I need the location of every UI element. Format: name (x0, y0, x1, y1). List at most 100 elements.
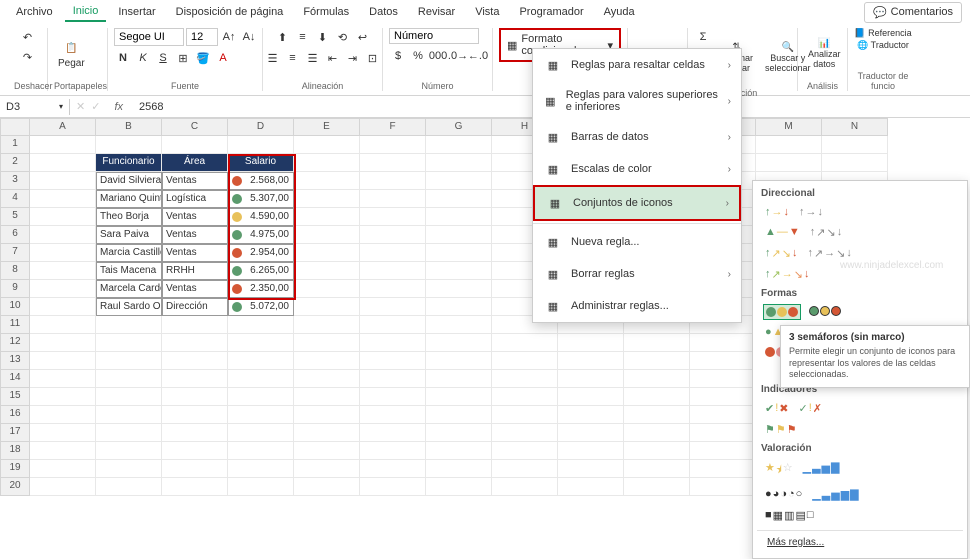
comments-button[interactable]: 💬 Comentarios (864, 2, 962, 23)
cell-D12[interactable] (228, 334, 294, 352)
font-size-select[interactable] (186, 28, 218, 46)
cell-H15[interactable] (492, 388, 558, 406)
cell-F13[interactable] (360, 352, 426, 370)
cell-I16[interactable] (558, 406, 624, 424)
cell-G4[interactable] (426, 190, 492, 208)
menu-disposicion[interactable]: Disposición de página (168, 3, 292, 21)
cell-E3[interactable] (294, 172, 360, 190)
cell-D11[interactable] (228, 316, 294, 334)
cell-I14[interactable] (558, 370, 624, 388)
cell-G16[interactable] (426, 406, 492, 424)
wrap-text-button[interactable]: ↩ (354, 28, 372, 46)
cell-D14[interactable] (228, 370, 294, 388)
cell-K20[interactable] (624, 478, 690, 496)
col-header-G[interactable]: G (426, 118, 492, 136)
cell-C15[interactable] (162, 388, 228, 406)
cell-G11[interactable] (426, 316, 492, 334)
cell-B12[interactable] (96, 334, 162, 352)
icon-set-4arrows[interactable]: ↑↗↘↓ (763, 245, 799, 262)
cell-B16[interactable] (96, 406, 162, 424)
icon-set-3arrows-gray[interactable]: ↑→↓ (797, 204, 825, 220)
row-header-5[interactable]: 5 (0, 208, 30, 226)
row-header-8[interactable]: 8 (0, 262, 30, 280)
cell-G12[interactable] (426, 334, 492, 352)
row-header-12[interactable]: 12 (0, 334, 30, 352)
cell-G8[interactable] (426, 262, 492, 280)
cell-F15[interactable] (360, 388, 426, 406)
cell-F20[interactable] (360, 478, 426, 496)
cell-D3[interactable]: 2.568,00 (228, 172, 294, 190)
name-box[interactable]: D3 ▾ (0, 99, 70, 115)
row-header-17[interactable]: 17 (0, 424, 30, 442)
cell-A17[interactable] (30, 424, 96, 442)
cell-L15[interactable] (690, 388, 756, 406)
cell-L14[interactable] (690, 370, 756, 388)
cell-D6[interactable]: 4.975,00 (228, 226, 294, 244)
decrease-font-button[interactable]: A↓ (240, 28, 258, 46)
reference-button[interactable]: 📘 Referencia (854, 28, 911, 39)
cell-F9[interactable] (360, 280, 426, 298)
icon-set-3traffic-lights-unrimmed[interactable] (763, 304, 801, 320)
cell-G13[interactable] (426, 352, 492, 370)
cell-F17[interactable] (360, 424, 426, 442)
align-middle-button[interactable]: ≡ (294, 28, 312, 46)
cell-G2[interactable] (426, 154, 492, 172)
cell-C17[interactable] (162, 424, 228, 442)
align-center-button[interactable]: ≡ (284, 49, 302, 67)
col-header-N[interactable]: N (822, 118, 888, 136)
align-bottom-button[interactable]: ⬇ (314, 28, 332, 46)
fill-color-button[interactable]: 🪣 (194, 49, 212, 67)
cell-L17[interactable] (690, 424, 756, 442)
cell-F12[interactable] (360, 334, 426, 352)
percent-button[interactable]: % (409, 47, 427, 65)
cell-D10[interactable]: 5.072,00 (228, 298, 294, 316)
dropdown-item-1[interactable]: ▦Reglas para valores superiores e inferi… (533, 81, 741, 121)
dropdown-item-2[interactable]: ▦Barras de datos› (533, 121, 741, 153)
cell-H14[interactable] (492, 370, 558, 388)
cell-G6[interactable] (426, 226, 492, 244)
cell-C16[interactable] (162, 406, 228, 424)
fx-label[interactable]: fx (106, 101, 131, 113)
cell-G19[interactable] (426, 460, 492, 478)
cell-A15[interactable] (30, 388, 96, 406)
cell-D2[interactable]: Salario (228, 154, 294, 172)
cell-E9[interactable] (294, 280, 360, 298)
cell-A10[interactable] (30, 298, 96, 316)
menu-programador[interactable]: Programador (511, 3, 591, 21)
dropdown-item-6[interactable]: ▦Borrar reglas› (533, 258, 741, 290)
cell-B11[interactable] (96, 316, 162, 334)
icon-set-3triangles[interactable]: ▲—▼ (763, 224, 802, 241)
cell-B14[interactable] (96, 370, 162, 388)
cell-A3[interactable] (30, 172, 96, 190)
cell-G1[interactable] (426, 136, 492, 154)
cell-H18[interactable] (492, 442, 558, 460)
cell-B5[interactable]: Theo Borja (96, 208, 162, 226)
cell-A13[interactable] (30, 352, 96, 370)
cell-D20[interactable] (228, 478, 294, 496)
row-header-7[interactable]: 7 (0, 244, 30, 262)
cell-B20[interactable] (96, 478, 162, 496)
cell-F8[interactable] (360, 262, 426, 280)
cell-K16[interactable] (624, 406, 690, 424)
cell-B8[interactable]: Tais Macena (96, 262, 162, 280)
cell-D4[interactable]: 5.307,00 (228, 190, 294, 208)
cell-H17[interactable] (492, 424, 558, 442)
comma-button[interactable]: 000 (429, 47, 447, 65)
cell-C9[interactable]: Ventas (162, 280, 228, 298)
icon-set-5arrows[interactable]: ↑↗→↘↓ (763, 266, 811, 283)
cell-H20[interactable] (492, 478, 558, 496)
cell-L16[interactable] (690, 406, 756, 424)
cell-E4[interactable] (294, 190, 360, 208)
align-top-button[interactable]: ⬆ (274, 28, 292, 46)
menu-revisar[interactable]: Revisar (410, 3, 463, 21)
row-header-3[interactable]: 3 (0, 172, 30, 190)
cell-E15[interactable] (294, 388, 360, 406)
cell-C12[interactable] (162, 334, 228, 352)
cell-H19[interactable] (492, 460, 558, 478)
cell-G15[interactable] (426, 388, 492, 406)
align-left-button[interactable]: ☰ (264, 49, 282, 67)
cell-A9[interactable] (30, 280, 96, 298)
indent-increase-button[interactable]: ⇥ (344, 49, 362, 67)
cell-L19[interactable] (690, 460, 756, 478)
cell-F1[interactable] (360, 136, 426, 154)
